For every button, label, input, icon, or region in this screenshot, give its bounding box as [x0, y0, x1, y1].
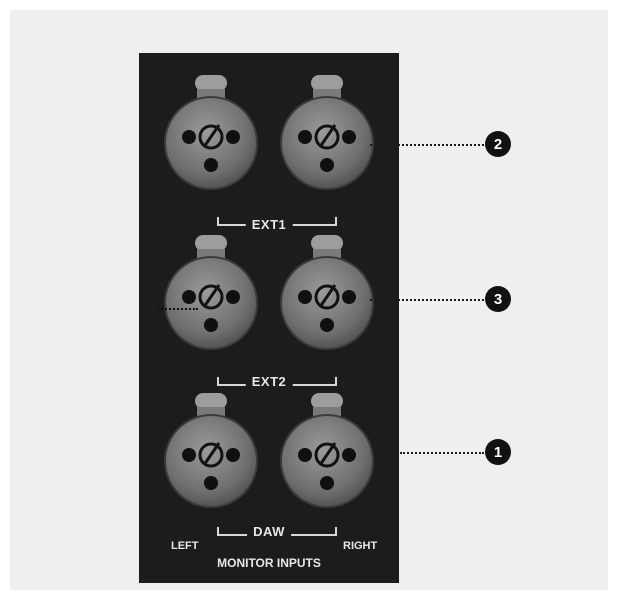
callout-line-2	[370, 144, 484, 146]
xlr-jack-ext1-right	[277, 75, 377, 193]
monitor-inputs-title: MONITOR INPUTS	[217, 556, 321, 570]
callout-line-1	[400, 452, 484, 454]
callout-line-3	[370, 299, 484, 301]
right-label: RIGHT	[343, 540, 378, 552]
callout-badge-1: 1	[485, 439, 511, 465]
figure-frame: EXT1 EXT2 DAW LEFT RIGHT MONITOR INPUTS …	[10, 10, 608, 590]
xlr-jack-daw-left	[161, 393, 261, 511]
xlr-jack-ext2-right	[277, 235, 377, 353]
xlr-jack-ext2-left	[161, 235, 261, 353]
left-label: LEFT	[171, 540, 199, 552]
daw-label: DAW	[247, 524, 291, 539]
xlr-jack-daw-right	[277, 393, 377, 511]
callout-badge-2: 2	[485, 131, 511, 157]
xlr-jack-ext1-left	[161, 75, 261, 193]
connector-panel: EXT1 EXT2 DAW LEFT RIGHT MONITOR INPUTS	[139, 53, 399, 583]
callout-inner-line-3	[158, 308, 198, 310]
ext2-label: EXT2	[245, 374, 293, 389]
ext1-label: EXT1	[245, 217, 293, 232]
callout-badge-3: 3	[485, 286, 511, 312]
